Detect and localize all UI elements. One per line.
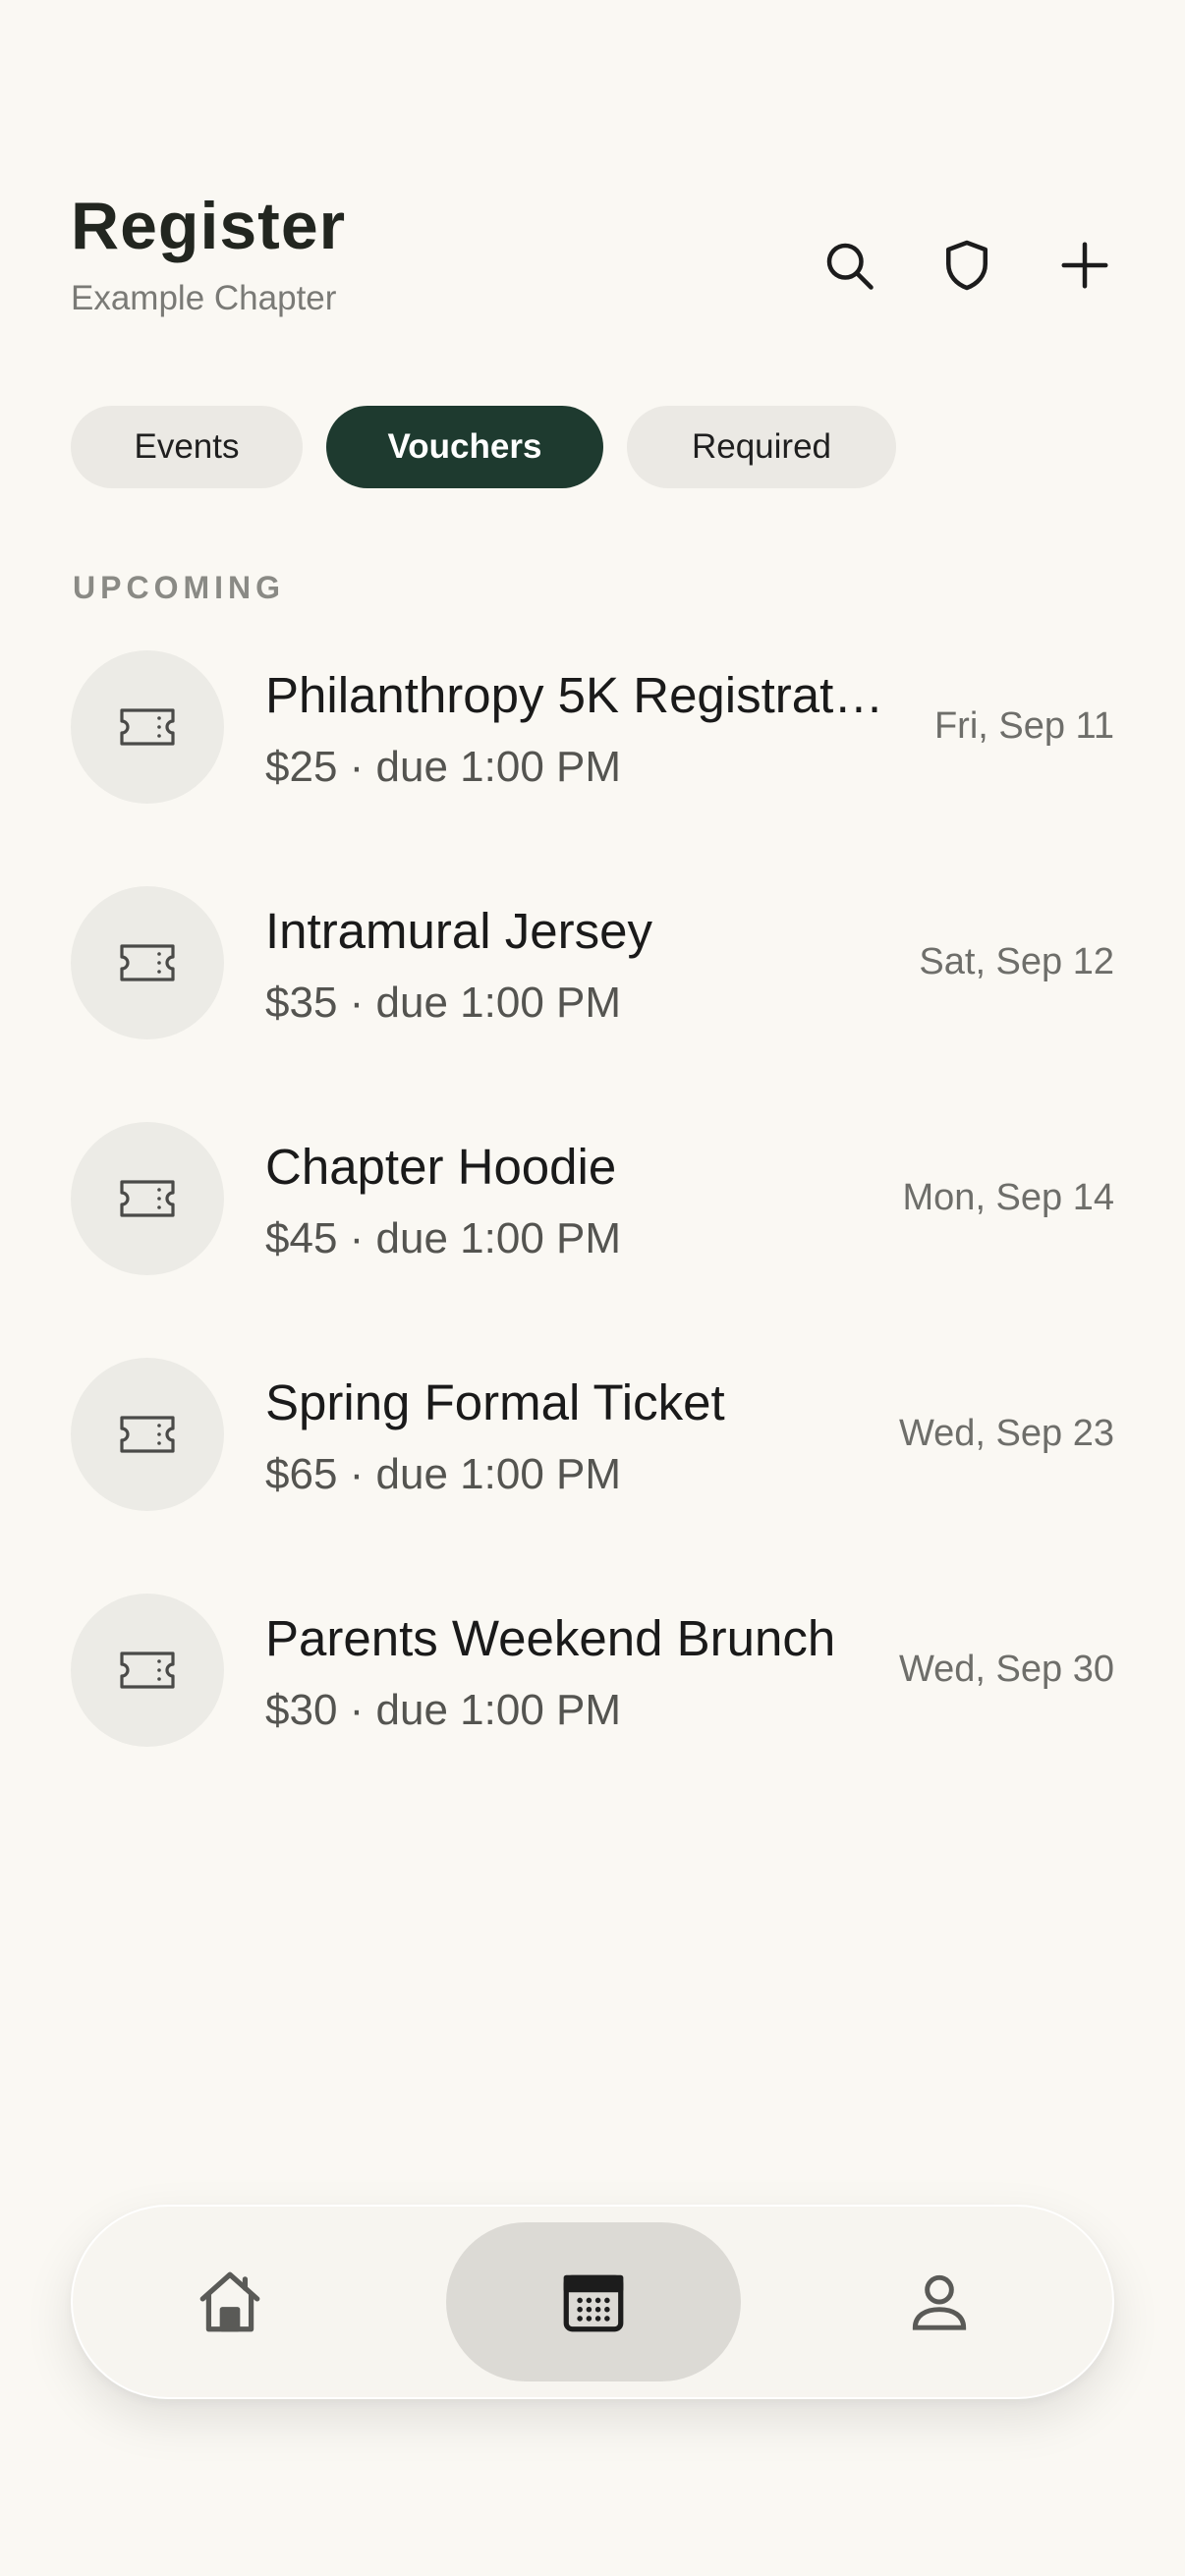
- shield-icon: [946, 240, 988, 291]
- header-actions: [810, 226, 1124, 305]
- bottom-nav-bar: [71, 2205, 1114, 2399]
- voucher-date: Wed, Sep 23: [898, 1413, 1114, 1454]
- nav-calendar[interactable]: [446, 2222, 741, 2381]
- home-icon: [199, 2271, 260, 2332]
- ticket-icon: [120, 1416, 175, 1453]
- voucher-price-due: $45 · due 1:00 PM: [265, 1214, 622, 1262]
- voucher-avatar: [71, 650, 224, 804]
- tab-vouchers[interactable]: Vouchers: [326, 406, 603, 488]
- voucher-price-due: $35 · due 1:00 PM: [265, 979, 622, 1027]
- filter-tabs: Events Vouchers Required: [71, 406, 896, 488]
- voucher-name: Intramural Jersey: [265, 903, 652, 959]
- list-item[interactable]: Spring Formal Ticket $65 · due 1:00 PM W…: [71, 1358, 1114, 1594]
- register-screen: Register Example Chapter Events Vouchers…: [0, 0, 1185, 2576]
- profile-icon: [912, 2274, 967, 2330]
- voucher-name: Chapter Hoodie: [265, 1139, 617, 1195]
- nav-profile[interactable]: [880, 2222, 998, 2381]
- voucher-date: Sat, Sep 12: [919, 941, 1114, 982]
- tab-events[interactable]: Events: [71, 406, 303, 488]
- voucher-avatar: [71, 886, 224, 1039]
- calendar-icon: [563, 2274, 624, 2332]
- section-heading: UPCOMING: [73, 570, 285, 605]
- ticket-icon: [120, 944, 175, 981]
- page-title: Register: [71, 189, 347, 263]
- search-icon: [826, 243, 874, 290]
- voucher-avatar: [71, 1122, 224, 1275]
- list-item[interactable]: Parents Weekend Brunch $30 · due 1:00 PM…: [71, 1594, 1114, 1829]
- voucher-date: Mon, Sep 14: [902, 1177, 1114, 1218]
- voucher-name: Philanthropy 5K Registration: [265, 667, 884, 723]
- voucher-avatar: [71, 1358, 224, 1511]
- voucher-name: Spring Formal Ticket: [265, 1374, 725, 1430]
- voucher-price-due: $25 · due 1:00 PM: [265, 743, 622, 791]
- ticket-icon: [120, 708, 175, 746]
- list-item[interactable]: Chapter Hoodie $45 · due 1:00 PM Mon, Se…: [71, 1122, 1114, 1358]
- voucher-date: Wed, Sep 30: [898, 1649, 1114, 1690]
- list-item[interactable]: Philanthropy 5K Registration $25 · due 1…: [71, 650, 1114, 886]
- nav-home[interactable]: [171, 2222, 289, 2381]
- page-header: Register Example Chapter: [71, 193, 346, 318]
- search-button[interactable]: [810, 226, 888, 305]
- ticket-icon: [120, 1652, 175, 1689]
- tab-required[interactable]: Required: [627, 406, 896, 488]
- voucher-date: Fri, Sep 11: [933, 705, 1114, 747]
- chapter-name: Example Chapter: [71, 279, 337, 317]
- voucher-avatar: [71, 1594, 224, 1747]
- shield-button[interactable]: [928, 226, 1006, 305]
- voucher-name: Parents Weekend Brunch: [265, 1610, 836, 1666]
- add-button[interactable]: [1045, 226, 1124, 305]
- voucher-list: Philanthropy 5K Registration $25 · due 1…: [71, 650, 1114, 1829]
- plus-icon: [1061, 242, 1108, 289]
- ticket-icon: [120, 1180, 175, 1217]
- list-item[interactable]: Intramural Jersey $35 · due 1:00 PM Sat,…: [71, 886, 1114, 1122]
- voucher-price-due: $65 · due 1:00 PM: [265, 1450, 622, 1498]
- voucher-price-due: $30 · due 1:00 PM: [265, 1686, 622, 1734]
